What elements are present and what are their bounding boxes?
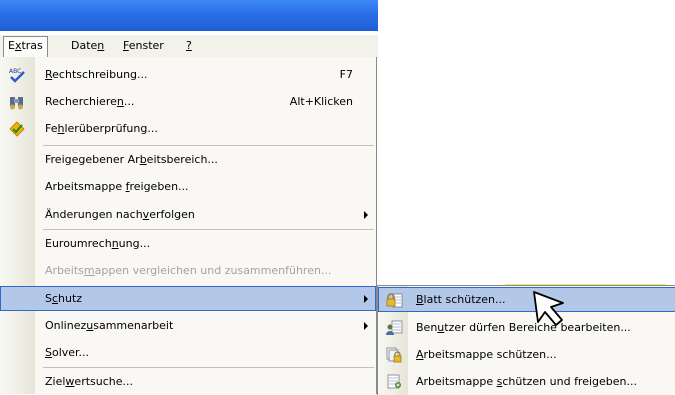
menu-daten[interactable]: Daten bbox=[67, 37, 108, 55]
menu-item-schutz[interactable]: Schutz bbox=[0, 286, 376, 311]
menu-item-solver[interactable]: Solver... bbox=[0, 340, 376, 365]
menu-bar: Extras Daten Fenster ? bbox=[0, 35, 378, 58]
menu-separator bbox=[43, 367, 374, 368]
menu-item-recherchieren[interactable]: Recherchieren... Alt+Klicken bbox=[0, 89, 376, 114]
submenu-item-blatt-schuetzen[interactable]: Blatt schützen... bbox=[378, 287, 675, 312]
svg-text:ABC: ABC bbox=[9, 68, 21, 75]
allow-edit-ranges-icon bbox=[385, 319, 403, 337]
menu-extras[interactable]: Extras bbox=[3, 36, 48, 58]
submenu-item-arbeitsmappe-schuetzen[interactable]: Arbeitsmappe schützen... bbox=[378, 342, 675, 367]
schutz-submenu: Blatt schützen... Benutzer dürfen Bereic… bbox=[377, 285, 675, 395]
menu-help[interactable]: ? bbox=[182, 37, 196, 55]
mouse-cursor-icon bbox=[533, 291, 564, 326]
menu-item-freigegebener-arbeitsbereich[interactable]: Freigegebener Arbeitsbereich... bbox=[0, 147, 376, 172]
submenu-arrow-icon bbox=[364, 211, 368, 219]
protect-sheet-icon bbox=[385, 291, 403, 309]
spellcheck-icon: ABC bbox=[8, 66, 26, 84]
shortcut-label: F7 bbox=[339, 68, 353, 81]
submenu-arrow-icon bbox=[364, 322, 368, 330]
menu-item-fehlerueberpruefung[interactable]: Fehlerüberprüfung... bbox=[0, 116, 376, 141]
menu-fenster[interactable]: Fenster bbox=[119, 37, 168, 55]
menu-item-rechtschreibung[interactable]: ABC Rechtschreibung... F7 bbox=[0, 62, 376, 87]
menu-item-onlinezusammenarbeit[interactable]: Onlinezusammenarbeit bbox=[0, 313, 376, 338]
menu-item-zielwertsuche[interactable]: Zielwertsuche... bbox=[0, 369, 376, 394]
menu-item-aenderungen-nachverfolgen[interactable]: Änderungen nachverfolgen bbox=[0, 202, 376, 227]
menu-item-arbeitsmappen-vergleichen: Arbeitsmappen vergleichen und zusammenfü… bbox=[45, 264, 332, 277]
menu-item-euroumrechnung[interactable]: Euroumrechnung... bbox=[0, 231, 376, 256]
menu-item-arbeitsmappe-freigeben[interactable]: Arbeitsmappe freigeben... bbox=[0, 174, 376, 199]
submenu-item-benutzer-bereiche[interactable]: Benutzer dürfen Bereiche bearbeiten... bbox=[378, 315, 675, 340]
shortcut-label: Alt+Klicken bbox=[289, 95, 353, 108]
submenu-item-arbeitsmappe-schuetzen-freigeben[interactable]: Arbeitsmappe schützen und freigeben... bbox=[378, 369, 675, 394]
menu-separator bbox=[43, 229, 374, 230]
protect-share-icon bbox=[385, 373, 403, 391]
research-icon bbox=[8, 93, 26, 111]
submenu-arrow-icon bbox=[364, 295, 368, 303]
title-bar bbox=[0, 0, 378, 31]
error-check-icon bbox=[8, 120, 26, 138]
protect-workbook-icon bbox=[385, 346, 403, 364]
menu-separator bbox=[43, 145, 374, 146]
